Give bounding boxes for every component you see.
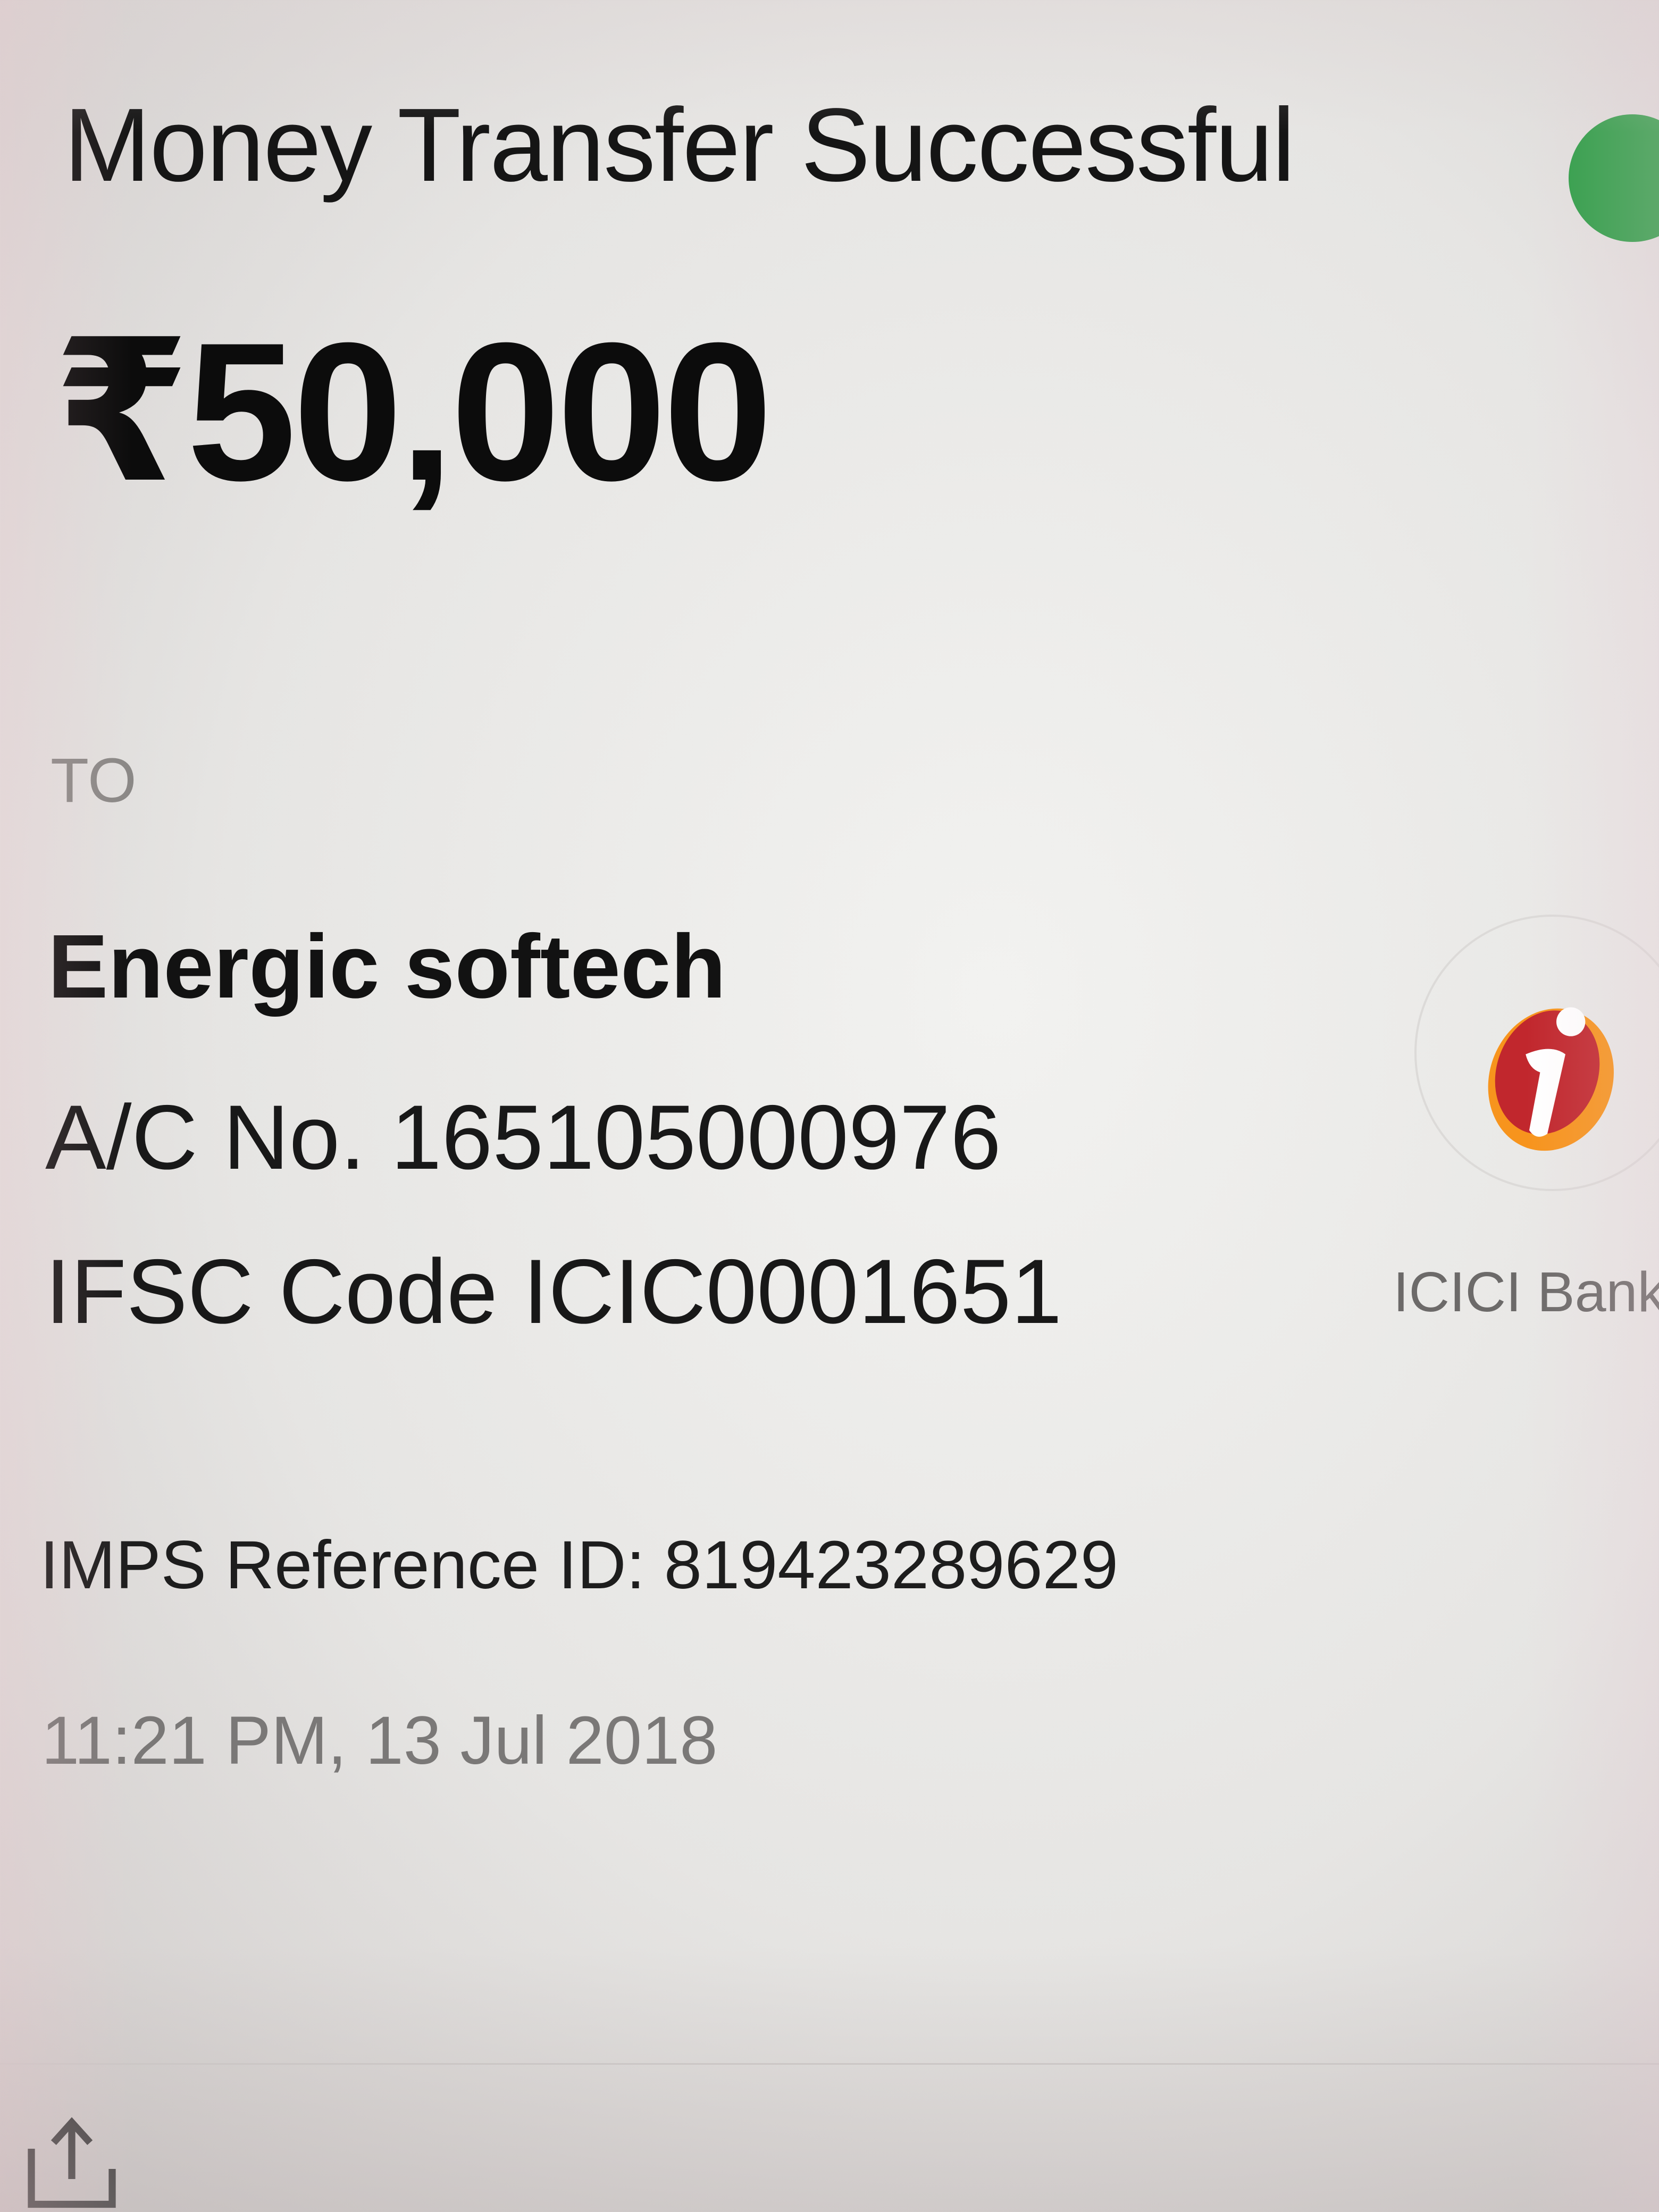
share-icon: [28, 2117, 116, 2208]
icici-bank-logo-icon: [1488, 1007, 1614, 1151]
to-label: TO: [51, 745, 137, 816]
transfer-amount: ₹50,000: [53, 302, 773, 522]
page-title: Money Transfer Successful: [64, 87, 1295, 203]
check-circle-icon: [1569, 114, 1659, 242]
imps-reference-id: IMPS Reference ID: 819423289629: [40, 1527, 1118, 1603]
bank-name: ICICI Bank: [1393, 1261, 1659, 1323]
ifsc-code: IFSC Code ICIC0001651: [45, 1241, 1062, 1343]
bottom-action-button[interactable]: [0, 2065, 1659, 2212]
transaction-timestamp: 11:21 PM, 13 Jul 2018: [41, 1703, 718, 1779]
account-number: A/C No. 165105000976: [45, 1086, 1001, 1188]
transfer-receipt-screen: Money Transfer Successful ₹50,000 TO Ene…: [0, 0, 1659, 2212]
payee-name: Energic softech: [48, 916, 726, 1017]
